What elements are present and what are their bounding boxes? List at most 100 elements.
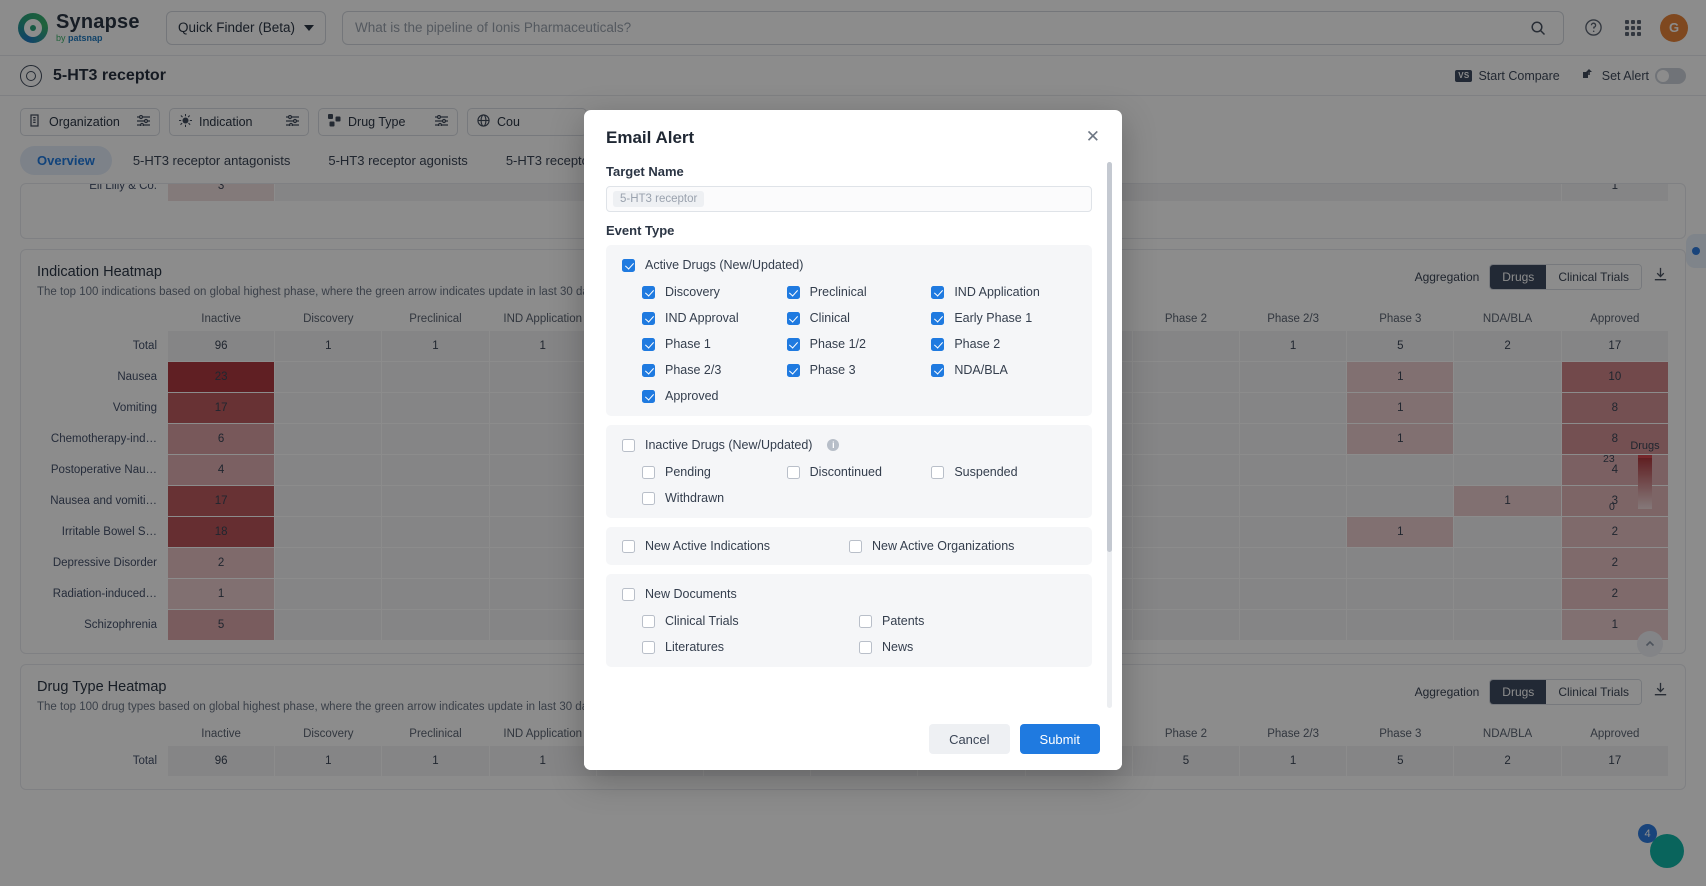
label-suspended: Suspended	[954, 465, 1018, 479]
label-clinical-trials: Clinical Trials	[665, 614, 739, 628]
option-preclinical[interactable]: Preclinical	[786, 285, 932, 299]
checkbox-pending[interactable]	[642, 465, 655, 479]
label-discontinued: Discontinued	[809, 465, 882, 479]
group-active-drugs: Active Drugs (New/Updated) Discovery Pre…	[606, 245, 1092, 416]
label-new-active-organizations: New Active Organizations	[872, 539, 1015, 553]
checkbox-new-active-organizations[interactable]	[849, 539, 862, 553]
checkbox-ind-application[interactable]	[931, 285, 945, 299]
option-phase-1[interactable]: Phase 1	[642, 337, 787, 351]
option-news[interactable]: News	[859, 640, 1076, 654]
inactive-drugs-label: Inactive Drugs (New/Updated)	[645, 438, 813, 452]
dialog-footer: Cancel Submit	[584, 710, 1122, 770]
label-patents: Patents	[882, 614, 925, 628]
checkbox-literatures[interactable]	[642, 640, 655, 654]
label-preclinical: Preclinical	[809, 285, 867, 299]
active-drugs-options: Discovery Preclinical IND Application IN…	[622, 285, 1076, 403]
checkbox-phase-3[interactable]	[786, 363, 800, 377]
dialog-body: Target Name 5-HT3 receptor Event Type Ac…	[584, 148, 1122, 710]
checkbox-early-phase-1[interactable]	[931, 311, 945, 325]
dialog-title: Email Alert	[606, 128, 695, 147]
new-documents-label: New Documents	[645, 587, 737, 601]
label-new-active-indications: New Active Indications	[645, 539, 771, 553]
checkbox-discontinued[interactable]	[786, 465, 800, 479]
checkbox-patents[interactable]	[859, 614, 872, 628]
new-documents-parent-row[interactable]: New Documents	[622, 587, 1076, 601]
option-early-phase-1[interactable]: Early Phase 1	[931, 311, 1076, 325]
inactive-drugs-options: Pending Discontinued Suspended Withdrawn	[622, 465, 1076, 505]
option-nda-bla[interactable]: NDA/BLA	[931, 363, 1076, 377]
target-name-chip: 5-HT3 receptor	[613, 191, 705, 207]
active-drugs-parent-row[interactable]: Active Drugs (New/Updated)	[622, 258, 1076, 272]
label-phase-3: Phase 3	[809, 363, 856, 377]
info-icon[interactable]: i	[827, 439, 840, 451]
option-clinical-trials[interactable]: Clinical Trials	[642, 614, 859, 628]
checkbox-discovery[interactable]	[642, 285, 655, 299]
inactive-drugs-parent-row[interactable]: Inactive Drugs (New/Updated) i	[622, 438, 1076, 452]
option-phase-3[interactable]: Phase 3	[786, 363, 932, 377]
checkbox-nda-bla[interactable]	[931, 363, 945, 377]
label-approved: Approved	[665, 389, 719, 403]
checkbox-clinical-trials[interactable]	[642, 614, 655, 628]
label-phase-1-2: Phase 1/2	[809, 337, 866, 351]
option-withdrawn[interactable]: Withdrawn	[642, 491, 787, 505]
label-ind-approval: IND Approval	[665, 311, 739, 325]
label-phase-2-3: Phase 2/3	[665, 363, 722, 377]
checkbox-news[interactable]	[859, 640, 872, 654]
option-discovery[interactable]: Discovery	[642, 285, 787, 299]
option-new-active-organizations[interactable]: New Active Organizations	[849, 539, 1076, 553]
checkbox-preclinical[interactable]	[786, 285, 800, 299]
label-early-phase-1: Early Phase 1	[954, 311, 1033, 325]
checkbox-clinical[interactable]	[786, 311, 800, 325]
option-ind-application[interactable]: IND Application	[931, 285, 1076, 299]
option-approved[interactable]: Approved	[642, 389, 787, 403]
label-ind-application: IND Application	[954, 285, 1040, 299]
option-phase-2[interactable]: Phase 2	[931, 337, 1076, 351]
checkbox-approved[interactable]	[642, 389, 655, 403]
label-phase-2: Phase 2	[954, 337, 1001, 351]
close-icon[interactable]: ✕	[1086, 128, 1100, 145]
checkbox-new-documents[interactable]	[622, 587, 635, 601]
group-new-active: New Active Indications New Active Organi…	[606, 527, 1092, 565]
option-clinical[interactable]: Clinical	[786, 311, 932, 325]
event-type-label: Event Type	[606, 223, 675, 238]
checkbox-phase-1[interactable]	[642, 337, 655, 351]
option-discontinued[interactable]: Discontinued	[786, 465, 932, 479]
option-ind-approval[interactable]: IND Approval	[642, 311, 787, 325]
option-phase-1-2[interactable]: Phase 1/2	[786, 337, 932, 351]
dialog-scroll-area: Target Name 5-HT3 receptor Event Type Ac…	[606, 160, 1100, 710]
checkbox-active-drugs[interactable]	[622, 258, 635, 272]
label-literatures: Literatures	[665, 640, 725, 654]
group-inactive-drugs: Inactive Drugs (New/Updated) i Pending D…	[606, 425, 1092, 518]
label-clinical: Clinical	[809, 311, 850, 325]
checkbox-withdrawn[interactable]	[642, 491, 655, 505]
checkbox-phase-1-2[interactable]	[786, 337, 800, 351]
label-withdrawn: Withdrawn	[665, 491, 725, 505]
checkbox-phase-2[interactable]	[931, 337, 945, 351]
checkbox-suspended[interactable]	[931, 465, 945, 479]
label-nda-bla: NDA/BLA	[954, 363, 1008, 377]
option-literatures[interactable]: Literatures	[642, 640, 859, 654]
checkbox-inactive-drugs[interactable]	[622, 438, 635, 452]
submit-button[interactable]: Submit	[1019, 724, 1100, 754]
dialog-scrollbar-thumb[interactable]	[1107, 162, 1112, 552]
option-suspended[interactable]: Suspended	[931, 465, 1076, 479]
checkbox-ind-approval[interactable]	[642, 311, 655, 325]
label-pending: Pending	[665, 465, 711, 479]
checkbox-new-active-indications[interactable]	[622, 539, 635, 553]
email-alert-dialog: Email Alert ✕ Target Name 5-HT3 receptor…	[584, 110, 1122, 770]
option-patents[interactable]: Patents	[859, 614, 1076, 628]
active-drugs-label: Active Drugs (New/Updated)	[645, 258, 804, 272]
new-documents-options: Clinical Trials Patents Literatures News	[622, 614, 1076, 654]
target-name-input[interactable]: 5-HT3 receptor	[606, 186, 1092, 212]
label-news: News	[882, 640, 914, 654]
option-new-active-indications[interactable]: New Active Indications	[622, 539, 849, 553]
checkbox-phase-2-3[interactable]	[642, 363, 655, 377]
option-phase-2-3[interactable]: Phase 2/3	[642, 363, 787, 377]
label-discovery: Discovery	[665, 285, 720, 299]
group-new-documents: New Documents Clinical Trials Patents Li…	[606, 574, 1092, 667]
cancel-button[interactable]: Cancel	[929, 724, 1010, 754]
dialog-header: Email Alert ✕	[584, 110, 1122, 148]
label-phase-1: Phase 1	[665, 337, 711, 351]
option-pending[interactable]: Pending	[642, 465, 787, 479]
target-name-label: Target Name	[606, 164, 684, 179]
